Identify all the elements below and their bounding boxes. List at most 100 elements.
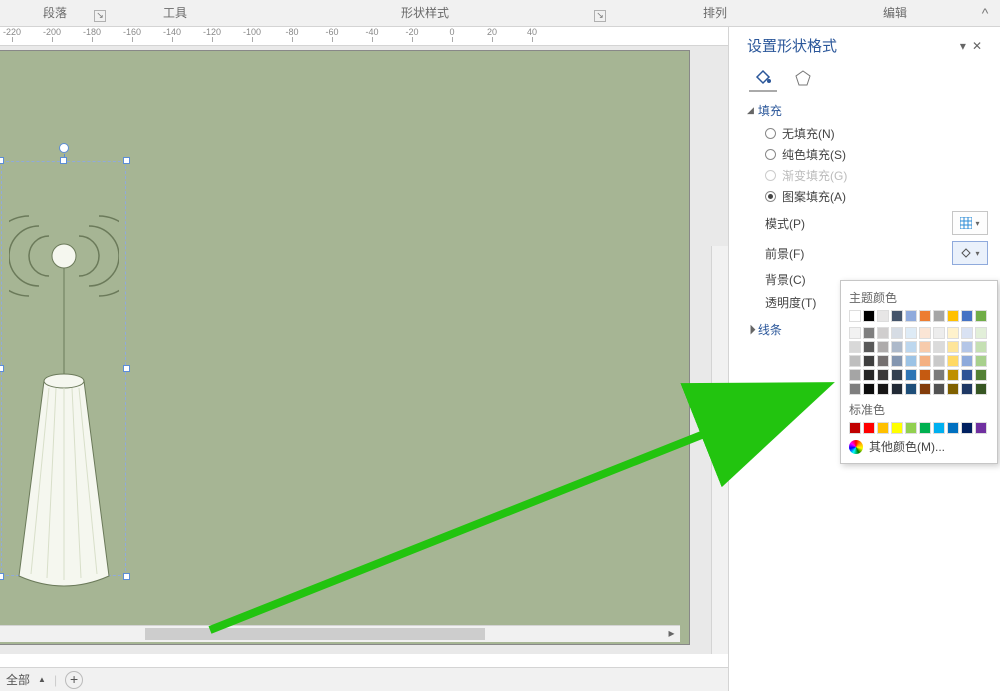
color-swatch[interactable] [849,369,861,381]
scroll-right-button[interactable]: ▸ [663,626,680,643]
color-swatch[interactable] [919,310,931,322]
color-swatch[interactable] [961,383,973,395]
color-swatch[interactable] [849,341,861,353]
resize-handle[interactable] [60,157,67,164]
color-swatch[interactable] [961,327,973,339]
selected-shape-antenna[interactable] [1,161,126,576]
vertical-scrollbar[interactable] [711,246,728,654]
color-swatch[interactable] [863,355,875,367]
color-swatch[interactable] [975,341,987,353]
color-swatch[interactable] [975,310,987,322]
color-swatch[interactable] [863,341,875,353]
color-swatch[interactable] [975,355,987,367]
rotation-handle[interactable] [59,143,69,153]
color-swatch[interactable] [975,383,987,395]
color-swatch[interactable] [849,422,861,434]
color-swatch[interactable] [863,383,875,395]
color-swatch[interactable] [961,369,973,381]
color-swatch[interactable] [933,383,945,395]
add-page-button[interactable]: + [65,671,83,689]
color-swatch[interactable] [947,310,959,322]
color-swatch[interactable] [849,355,861,367]
color-swatch[interactable] [947,369,959,381]
pages-all-label[interactable]: 全部 [6,671,30,688]
pane-close-button[interactable]: ✕ [972,39,988,53]
color-swatch[interactable] [919,383,931,395]
dialog-launcher-icon[interactable]: ↘ [594,10,606,22]
color-swatch[interactable] [877,383,889,395]
color-swatch[interactable] [919,327,931,339]
resize-handle[interactable] [0,573,4,580]
color-swatch[interactable] [961,341,973,353]
color-swatch[interactable] [891,310,903,322]
color-swatch[interactable] [919,369,931,381]
color-swatch[interactable] [947,327,959,339]
pages-dropdown-icon[interactable]: ▲ [38,675,46,684]
color-swatch[interactable] [849,327,861,339]
color-swatch[interactable] [877,327,889,339]
resize-handle[interactable] [123,573,130,580]
color-swatch[interactable] [863,327,875,339]
foreground-color-button[interactable]: ▾ [952,241,988,265]
color-swatch[interactable] [905,310,917,322]
color-swatch[interactable] [905,341,917,353]
color-swatch[interactable] [975,369,987,381]
color-swatch[interactable] [877,369,889,381]
color-swatch[interactable] [933,327,945,339]
color-swatch[interactable] [877,310,889,322]
resize-handle[interactable] [0,157,4,164]
color-swatch[interactable] [933,341,945,353]
color-swatch[interactable] [863,422,875,434]
color-swatch[interactable] [961,355,973,367]
color-swatch[interactable] [849,383,861,395]
color-swatch[interactable] [905,327,917,339]
resize-handle[interactable] [0,365,4,372]
color-swatch[interactable] [947,383,959,395]
effects-tab[interactable] [789,64,817,92]
resize-handle[interactable] [123,365,130,372]
ribbon-collapse-button[interactable]: ^ [970,0,1000,26]
color-swatch[interactable] [947,355,959,367]
color-swatch[interactable] [891,422,903,434]
dialog-launcher-icon[interactable]: ↘ [94,10,106,22]
color-swatch[interactable] [961,422,973,434]
color-swatch[interactable] [933,355,945,367]
resize-handle[interactable] [123,157,130,164]
horizontal-scrollbar[interactable]: ▸ [0,625,680,642]
drawing-page[interactable] [0,50,690,645]
fill-line-tab[interactable] [749,64,777,92]
pane-menu-button[interactable]: ▾ [960,39,972,53]
color-swatch[interactable] [933,369,945,381]
color-swatch[interactable] [961,310,973,322]
color-swatch[interactable] [863,369,875,381]
fill-section-header[interactable]: ◢ 填充 [747,102,988,119]
color-swatch[interactable] [891,341,903,353]
scrollbar-thumb[interactable] [145,628,485,640]
more-colors-button[interactable]: 其他颜色(M)... [849,438,989,455]
color-swatch[interactable] [891,355,903,367]
color-swatch[interactable] [905,383,917,395]
color-swatch[interactable] [877,422,889,434]
color-swatch[interactable] [947,422,959,434]
color-swatch[interactable] [975,422,987,434]
fill-none-option[interactable]: 无填充(N) [765,125,988,142]
color-swatch[interactable] [863,310,875,322]
color-swatch[interactable] [891,369,903,381]
fill-solid-option[interactable]: 纯色填充(S) [765,146,988,163]
pattern-mode-button[interactable]: ▾ [952,211,988,235]
drawing-canvas[interactable]: ▸ [0,46,728,654]
color-swatch[interactable] [891,383,903,395]
color-swatch[interactable] [919,341,931,353]
color-swatch[interactable] [919,355,931,367]
color-swatch[interactable] [947,341,959,353]
color-swatch[interactable] [933,310,945,322]
color-swatch[interactable] [905,422,917,434]
color-swatch[interactable] [849,310,861,322]
color-swatch[interactable] [933,422,945,434]
color-swatch[interactable] [905,369,917,381]
fill-pattern-option[interactable]: 图案填充(A) [765,188,988,205]
color-swatch[interactable] [877,341,889,353]
color-swatch[interactable] [877,355,889,367]
color-swatch[interactable] [975,327,987,339]
color-swatch[interactable] [891,327,903,339]
